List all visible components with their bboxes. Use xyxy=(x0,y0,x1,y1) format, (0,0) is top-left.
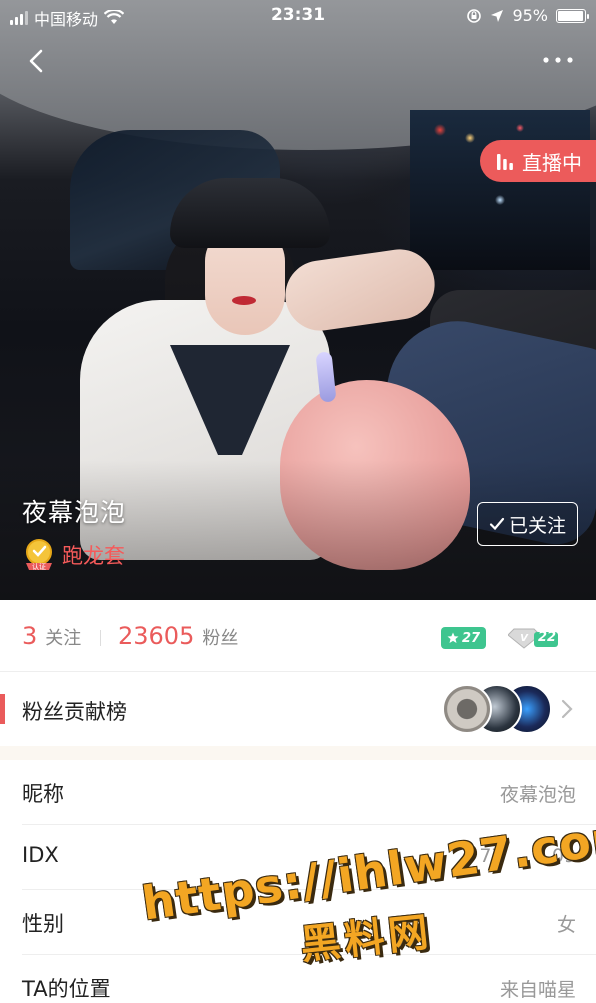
fans-contribution-row[interactable]: 粉丝贡献榜 xyxy=(0,672,596,746)
fans-count: 23605 xyxy=(118,622,195,650)
chevron-right-icon xyxy=(561,699,573,719)
section-gap xyxy=(0,746,596,760)
stat-divider xyxy=(100,630,101,646)
info-value: 夜幕泡泡 xyxy=(499,784,576,806)
followed-button[interactable]: 已关注 xyxy=(477,502,578,546)
live-bars-icon xyxy=(497,154,513,170)
figure-arm xyxy=(280,244,440,336)
top-fans-avatars xyxy=(442,684,552,734)
figure-hat xyxy=(170,178,330,248)
following-label: 关注 xyxy=(45,628,82,649)
star-level-badge: 27 xyxy=(441,627,487,649)
avatar[interactable] xyxy=(442,684,492,734)
section-accent xyxy=(0,694,5,724)
status-right: 95% xyxy=(466,6,589,25)
location-icon xyxy=(491,9,504,22)
rotation-lock-icon xyxy=(467,8,482,23)
vip-level-badge: V 22 xyxy=(508,627,560,649)
battery-fill xyxy=(558,10,583,21)
fans-stat[interactable]: 23605 粉丝 xyxy=(118,622,238,650)
svg-text:V: V xyxy=(520,633,529,644)
back-button[interactable] xyxy=(20,44,54,78)
info-label: 性别 xyxy=(22,912,64,936)
verify-row: 认证 跑龙套 xyxy=(22,538,125,572)
live-label: 直播中 xyxy=(522,150,582,175)
star-icon xyxy=(447,632,459,643)
star-level: 27 xyxy=(462,630,481,646)
battery-icon xyxy=(556,8,589,23)
following-count: 3 xyxy=(22,622,38,650)
verified-title: 跑龙套 xyxy=(62,544,125,568)
vip-level: 22 xyxy=(538,630,557,645)
status-bar: 中国移动 23:31 95% xyxy=(0,0,596,32)
fans-rank-title: 粉丝贡献榜 xyxy=(22,700,127,724)
verify-badge-text: 认证 xyxy=(32,562,46,571)
info-value: 来自喵星 xyxy=(499,979,576,1001)
profile-name: 夜幕泡泡 xyxy=(22,498,127,527)
info-row-nickname: 昵称 夜幕泡泡 xyxy=(22,760,596,825)
info-label: TA的位置 xyxy=(22,977,111,1001)
verified-medal-icon: 认证 xyxy=(26,539,52,571)
live-badge[interactable]: 直播中 xyxy=(480,140,596,182)
info-value: 女 xyxy=(556,914,576,936)
info-label: 昵称 xyxy=(22,782,64,806)
following-stat[interactable]: 3 关注 xyxy=(22,622,81,650)
figure-lips xyxy=(232,296,256,305)
stats-bar: 3 关注 23605 粉丝 xyxy=(0,600,596,672)
info-label: IDX xyxy=(22,843,59,867)
follow-label: 已关注 xyxy=(508,514,566,537)
fans-label: 粉丝 xyxy=(202,628,239,649)
city-lights xyxy=(410,110,590,270)
more-button[interactable] xyxy=(538,50,578,70)
check-icon xyxy=(489,517,505,531)
battery-percent: 95% xyxy=(512,6,548,25)
